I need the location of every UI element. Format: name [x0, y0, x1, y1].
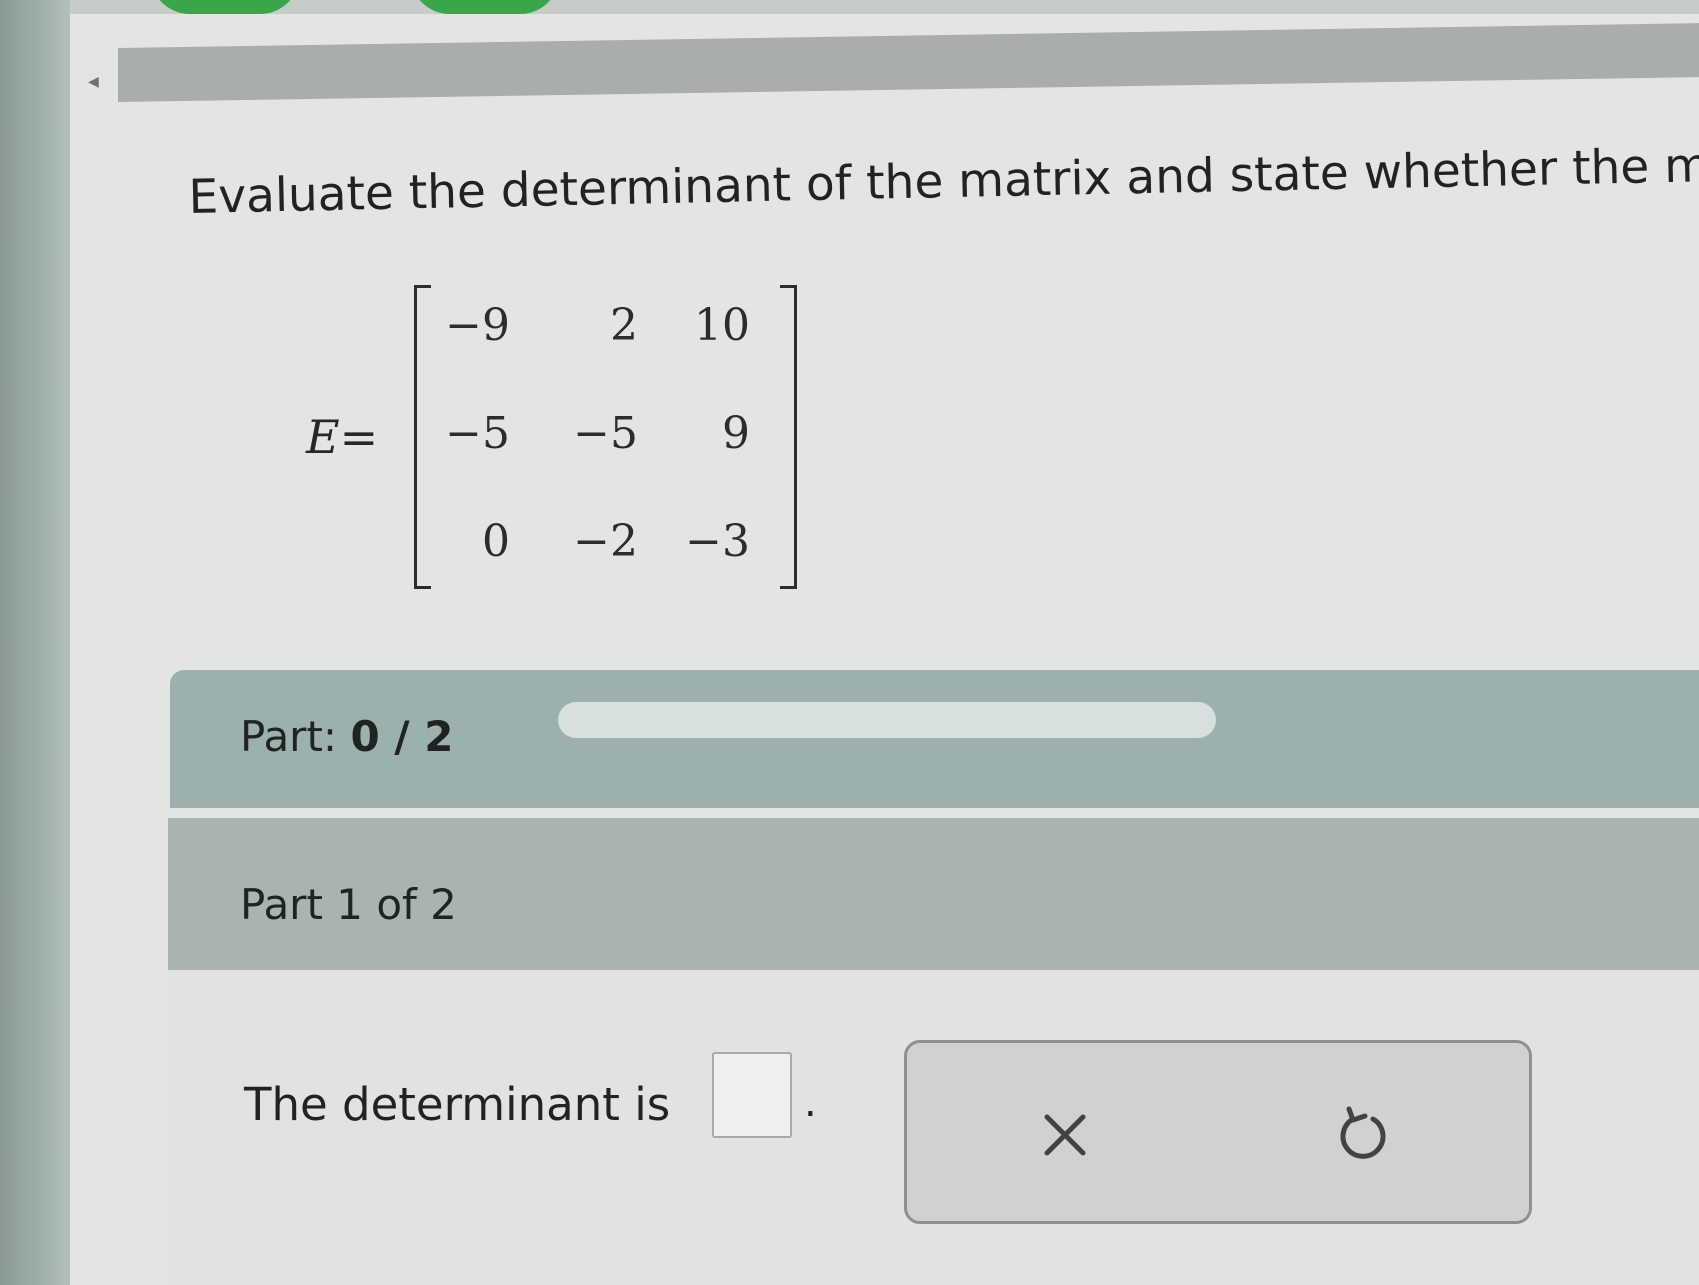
matrix-cell: −5 [445, 408, 510, 459]
matrix-cell: 10 [694, 300, 750, 351]
matrix-cell: −5 [573, 408, 638, 459]
undo-icon [1340, 1106, 1386, 1159]
undo-button[interactable] [1318, 1090, 1408, 1180]
equals-sign: = [339, 410, 379, 464]
part-progress-track [558, 702, 1216, 738]
answer-actions [904, 1040, 1532, 1224]
top-tab-2[interactable] [410, 0, 560, 14]
part-progress-prefix: Part: [240, 712, 338, 761]
side-margin [0, 0, 70, 1285]
matrix-cell: 2 [610, 300, 638, 351]
collapse-arrow-icon[interactable]: ◀ [88, 74, 99, 90]
matrix-cell: −9 [445, 300, 510, 351]
answer-period: . [804, 1080, 817, 1126]
answer-prompt: The determinant is [244, 1078, 671, 1131]
clear-button[interactable] [1020, 1090, 1110, 1180]
matrix-right-bracket [780, 285, 797, 589]
matrix-cell: 9 [722, 408, 750, 459]
matrix-label: E= [306, 410, 378, 464]
matrix-cell: 0 [482, 516, 510, 567]
top-tab-1[interactable] [150, 0, 300, 14]
determinant-input[interactable] [712, 1052, 792, 1138]
matrix-cell: −2 [573, 516, 638, 567]
part-header-label: Part 1 of 2 [240, 880, 457, 929]
screen: ◀ Evaluate the determinant of the matrix… [0, 0, 1699, 1285]
matrix-name: E [306, 410, 340, 464]
part-progress-label: Part: 0 / 2 [240, 712, 453, 761]
matrix-cell: −3 [685, 516, 750, 567]
part-progress-value: 0 / 2 [350, 712, 454, 761]
x-icon [1044, 1114, 1086, 1156]
